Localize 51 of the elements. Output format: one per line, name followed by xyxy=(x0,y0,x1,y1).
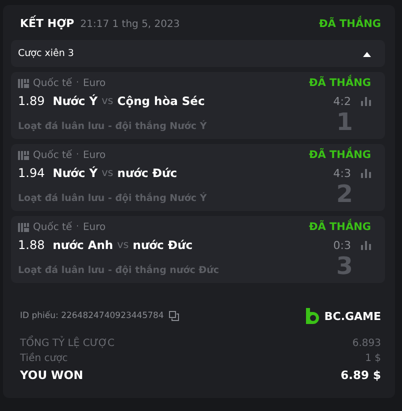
team-name: nước Đức xyxy=(117,166,178,180)
team-name: nước Anh xyxy=(52,238,114,252)
market-text: Loạt đá luân lưu - đội thắng nước Đức xyxy=(18,265,220,278)
status-label: ĐÃ THẮNG xyxy=(308,221,371,233)
stats-icon[interactable] xyxy=(361,96,371,106)
vs-label: vs xyxy=(102,167,114,179)
summary-label: YOU WON xyxy=(20,368,84,382)
tournament-name: Euro xyxy=(82,222,106,232)
grid-icon xyxy=(18,150,29,160)
league-name: Quốc tế xyxy=(33,78,72,88)
team-name: Nước Ý xyxy=(52,166,98,180)
market-text: Loạt đá luân lưu - đội thắng Nước Ý xyxy=(18,121,207,134)
separator-dot: · xyxy=(76,78,79,88)
copy-icon[interactable] xyxy=(168,311,179,321)
separator-dot: · xyxy=(76,222,79,232)
odds-value: 1.89 xyxy=(18,94,45,108)
tournament-name: Euro xyxy=(82,78,106,88)
status-label: ĐÃ THẮNG xyxy=(308,149,371,161)
separator-dot: · xyxy=(76,150,79,160)
summary-value: 6.89 $ xyxy=(340,368,381,382)
odds-value: 1.94 xyxy=(18,166,45,180)
logo-icon xyxy=(305,308,320,324)
match-score: 4:2 xyxy=(333,94,351,108)
match-score: 4:3 xyxy=(333,166,351,180)
status-label: ĐÃ THẮNG xyxy=(318,18,381,30)
market-text: Loạt đá luân lưu - đội thắng Nước Ý xyxy=(18,193,207,206)
ticket-id: ID phiếu: 2264824740923445784 xyxy=(20,311,164,321)
parlay-label: Cược xiên 3 xyxy=(18,48,74,59)
parlay-header[interactable]: Cược xiên 3 xyxy=(11,40,385,67)
bet-type: KẾT HỢP xyxy=(20,17,74,30)
summary-value: 1 $ xyxy=(365,353,381,364)
grid-icon xyxy=(18,222,29,232)
vs-label: vs xyxy=(117,239,129,251)
tournament-name: Euro xyxy=(82,150,106,160)
summary-label: TỔNG TỶ LỆ CƯỢC xyxy=(20,338,115,349)
team-name: Cộng hòa Séc xyxy=(117,94,205,108)
match-score: 0:3 xyxy=(333,238,351,252)
vs-label: vs xyxy=(102,95,114,107)
bet-date: 21:17 1 thg 5, 2023 xyxy=(80,19,180,30)
brand-name: BC.GAME xyxy=(324,310,381,322)
team-name: nước Đức xyxy=(132,238,193,252)
league-name: Quốc tế xyxy=(33,222,72,232)
summary-value: 6.893 xyxy=(352,338,381,349)
grid-icon xyxy=(18,78,29,88)
league-name: Quốc tế xyxy=(33,150,72,160)
summary-label: Tiền cược xyxy=(20,353,68,364)
team-name: Nước Ý xyxy=(52,94,98,108)
odds-value: 1.88 xyxy=(18,238,45,252)
stats-icon[interactable] xyxy=(361,168,371,178)
stats-icon[interactable] xyxy=(361,240,371,250)
status-label: ĐÃ THẮNG xyxy=(308,77,371,89)
